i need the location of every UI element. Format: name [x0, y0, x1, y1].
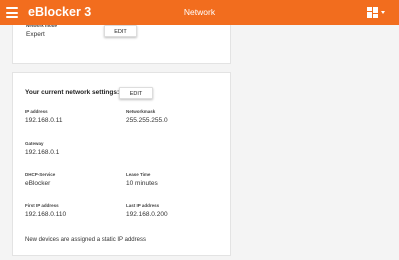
gateway-label: Gateway — [25, 141, 44, 146]
lease-time-label: Lease Time — [126, 172, 151, 177]
first-ip-value: 192.168.0.110 — [25, 211, 67, 218]
ip-address-value: 192.168.0.11 — [25, 117, 63, 124]
app-header: eBlocker 3 Network — [0, 0, 399, 25]
network-mode-value: Expert — [26, 31, 45, 38]
dhcp-service-value: eBlocker — [25, 180, 51, 187]
network-settings-title: Your current network settings: — [25, 89, 120, 96]
grid-apps-icon[interactable] — [367, 7, 379, 18]
last-ip-label: Last IP address — [126, 203, 160, 208]
last-ip-value: 192.168.0.200 — [126, 211, 168, 218]
netmask-value: 255.255.255.0 — [126, 117, 168, 124]
edit-network-settings-button[interactable]: EDIT — [119, 87, 153, 99]
lease-time-value: 10 minutes — [126, 180, 158, 187]
netmask-label: Networkmask — [126, 109, 156, 114]
dhcp-service-label: DHCP-Service — [25, 172, 56, 177]
first-ip-label: First IP address — [25, 203, 59, 208]
chevron-down-icon[interactable] — [381, 11, 385, 14]
page-title: Network — [183, 7, 216, 17]
static-ip-note: New devices are assigned a static IP add… — [25, 237, 146, 243]
edit-network-mode-button[interactable]: EDIT — [104, 25, 137, 37]
ip-address-label: IP address — [25, 109, 48, 114]
gateway-value: 192.168.0.1 — [25, 149, 60, 156]
network-settings-card: Your current network settings: EDIT IP a… — [12, 72, 231, 256]
